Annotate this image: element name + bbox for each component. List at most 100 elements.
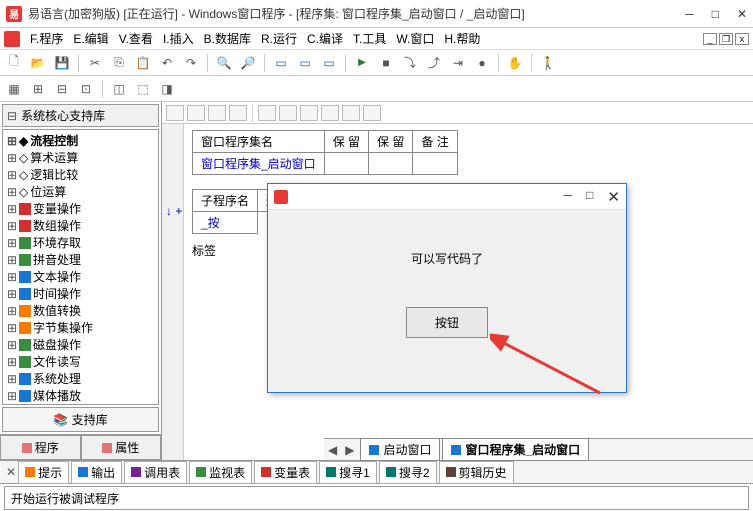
new-icon[interactable]: 🗋 <box>4 53 24 73</box>
align5-icon[interactable]: ◫ <box>109 79 129 99</box>
stop-icon[interactable]: ■ <box>376 53 396 73</box>
debug1-icon[interactable]: ⤵ <box>400 53 420 73</box>
tree-node[interactable]: 数值转换 <box>33 302 81 319</box>
tree-node[interactable]: 字节集操作 <box>33 319 93 336</box>
save-icon[interactable]: 💾 <box>52 53 72 73</box>
runtime-logo-icon <box>274 190 288 204</box>
menu-compile[interactable]: C.编译 <box>307 30 343 47</box>
menu-database[interactable]: B.数据库 <box>204 30 251 47</box>
tab-search2[interactable]: 搜寻2 <box>379 461 437 484</box>
library-tree[interactable]: ⊞◆流程控制 ⊞◇算术运算 ⊞◇逻辑比较 ⊞◇位运算 ⊞变量操作 ⊞数组操作 ⊞… <box>2 129 159 405</box>
runtime-titlebar[interactable]: ─ □ ✕ <box>268 184 626 210</box>
breakpoint-icon[interactable]: ● <box>472 53 492 73</box>
program-set-grid[interactable]: 窗口程序集名 保 留 保 留 备 注 窗口程序集_启动窗口 <box>192 130 458 175</box>
editor-btn-6[interactable] <box>279 105 297 121</box>
tab-prev-icon[interactable]: ◀ <box>324 443 341 457</box>
tab-search1[interactable]: 搜寻1 <box>319 461 377 484</box>
output-panel[interactable]: 开始运行被调试程序 <box>4 486 749 510</box>
mdi-minimize-button[interactable]: _ <box>703 33 717 45</box>
runtime-maximize-button[interactable]: □ <box>586 188 593 206</box>
editor-toolbar <box>162 102 753 124</box>
editor-btn-2[interactable] <box>187 105 205 121</box>
tree-node[interactable]: 文本操作 <box>33 268 81 285</box>
menu-insert[interactable]: I.插入 <box>163 30 194 47</box>
tree-node[interactable]: 变量操作 <box>33 200 81 217</box>
editor-btn-3[interactable] <box>208 105 226 121</box>
editor-btn-7[interactable] <box>300 105 318 121</box>
mdi-restore-button[interactable]: ❐ <box>719 33 733 45</box>
tree-node[interactable]: 环境存取 <box>33 234 81 251</box>
tab-clipboard[interactable]: 剪辑历史 <box>439 461 514 484</box>
editor-btn-8[interactable] <box>321 105 339 121</box>
tab-callstack[interactable]: 调用表 <box>124 461 187 484</box>
maximize-button[interactable]: □ <box>712 7 719 21</box>
menu-edit[interactable]: E.编辑 <box>73 30 108 47</box>
replace-icon[interactable]: 🔎 <box>238 53 258 73</box>
debug2-icon[interactable]: ⤴ <box>424 53 444 73</box>
align4-icon[interactable]: ⊡ <box>76 79 96 99</box>
menu-view[interactable]: V.查看 <box>119 30 153 47</box>
copy-icon[interactable]: ⎘ <box>109 53 129 73</box>
menu-help[interactable]: H.帮助 <box>444 30 480 47</box>
close-button[interactable]: ✕ <box>737 7 747 21</box>
runtime-minimize-button[interactable]: ─ <box>564 188 573 206</box>
sidebar-footer[interactable]: 📚 支持库 <box>2 407 159 432</box>
editor-btn-4[interactable] <box>229 105 247 121</box>
find-icon[interactable]: 🔍 <box>214 53 234 73</box>
tree-node[interactable]: 磁盘操作 <box>33 336 81 353</box>
tab-output[interactable]: 输出 <box>71 461 122 484</box>
tree-node[interactable]: 算术运算 <box>30 149 78 166</box>
window1-icon[interactable]: ▭ <box>271 53 291 73</box>
editor-btn-10[interactable] <box>363 105 381 121</box>
tab-next-icon[interactable]: ▶ <box>341 443 358 457</box>
tree-node[interactable]: 文件读写 <box>33 353 81 370</box>
mdi-close-button[interactable]: x <box>735 33 749 45</box>
bottom-close-icon[interactable]: ✕ <box>6 465 16 479</box>
align6-icon[interactable]: ⬚ <box>133 79 153 99</box>
tree-node[interactable]: 系统处理 <box>33 370 81 387</box>
menu-program[interactable]: F.程序 <box>30 30 63 47</box>
sidebar-tab-program[interactable]: 程序 <box>0 435 81 460</box>
runtime-button[interactable]: 按钮 <box>406 307 488 338</box>
open-icon[interactable]: 📂 <box>28 53 48 73</box>
minimize-button[interactable]: ─ <box>685 7 694 21</box>
tree-node[interactable]: 位运算 <box>30 183 66 200</box>
tree-node[interactable]: 逻辑比较 <box>30 166 78 183</box>
window2-icon[interactable]: ▭ <box>295 53 315 73</box>
align3-icon[interactable]: ⊟ <box>52 79 72 99</box>
tab-watch[interactable]: 监视表 <box>189 461 252 484</box>
tree-node[interactable]: 媒体播放 <box>33 387 81 404</box>
tree-node[interactable]: 程序调试 <box>33 404 81 405</box>
redo-icon[interactable]: ↷ <box>181 53 201 73</box>
person-icon[interactable]: 🚶 <box>538 53 558 73</box>
debug3-icon[interactable]: ⇥ <box>448 53 468 73</box>
app-logo-icon: 易 <box>6 6 22 22</box>
tab-variables[interactable]: 变量表 <box>254 461 317 484</box>
align7-icon[interactable]: ◨ <box>157 79 177 99</box>
sidebar-tab-properties[interactable]: 属性 <box>81 435 162 460</box>
editor-btn-9[interactable] <box>342 105 360 121</box>
editor-btn-1[interactable] <box>166 105 184 121</box>
window3-icon[interactable]: ▭ <box>319 53 339 73</box>
menu-run[interactable]: R.运行 <box>261 30 297 47</box>
tree-node[interactable]: 时间操作 <box>33 285 81 302</box>
paste-icon[interactable]: 📋 <box>133 53 153 73</box>
runtime-close-button[interactable]: ✕ <box>607 188 620 206</box>
menubar: F.程序 E.编辑 V.查看 I.插入 B.数据库 R.运行 C.编译 T.工具… <box>0 28 753 50</box>
tree-node[interactable]: 流程控制 <box>30 132 78 149</box>
align1-icon[interactable]: ▦ <box>4 79 24 99</box>
cut-icon[interactable]: ✂ <box>85 53 105 73</box>
editor-tab-startup[interactable]: 启动窗口 <box>360 438 440 461</box>
tab-hints[interactable]: 提示 <box>18 461 69 484</box>
align2-icon[interactable]: ⊞ <box>28 79 48 99</box>
run-icon[interactable]: ▶ <box>352 53 372 73</box>
hand-icon[interactable]: ✋ <box>505 53 525 73</box>
menu-tools[interactable]: T.工具 <box>353 30 386 47</box>
tree-node[interactable]: 数组操作 <box>33 217 81 234</box>
sidebar-header[interactable]: 系统核心支持库 <box>2 104 159 127</box>
editor-btn-5[interactable] <box>258 105 276 121</box>
tree-node[interactable]: 拼音处理 <box>33 251 81 268</box>
editor-tab-programset[interactable]: 窗口程序集_启动窗口 <box>442 438 589 461</box>
undo-icon[interactable]: ↶ <box>157 53 177 73</box>
menu-window[interactable]: W.窗口 <box>396 30 434 47</box>
